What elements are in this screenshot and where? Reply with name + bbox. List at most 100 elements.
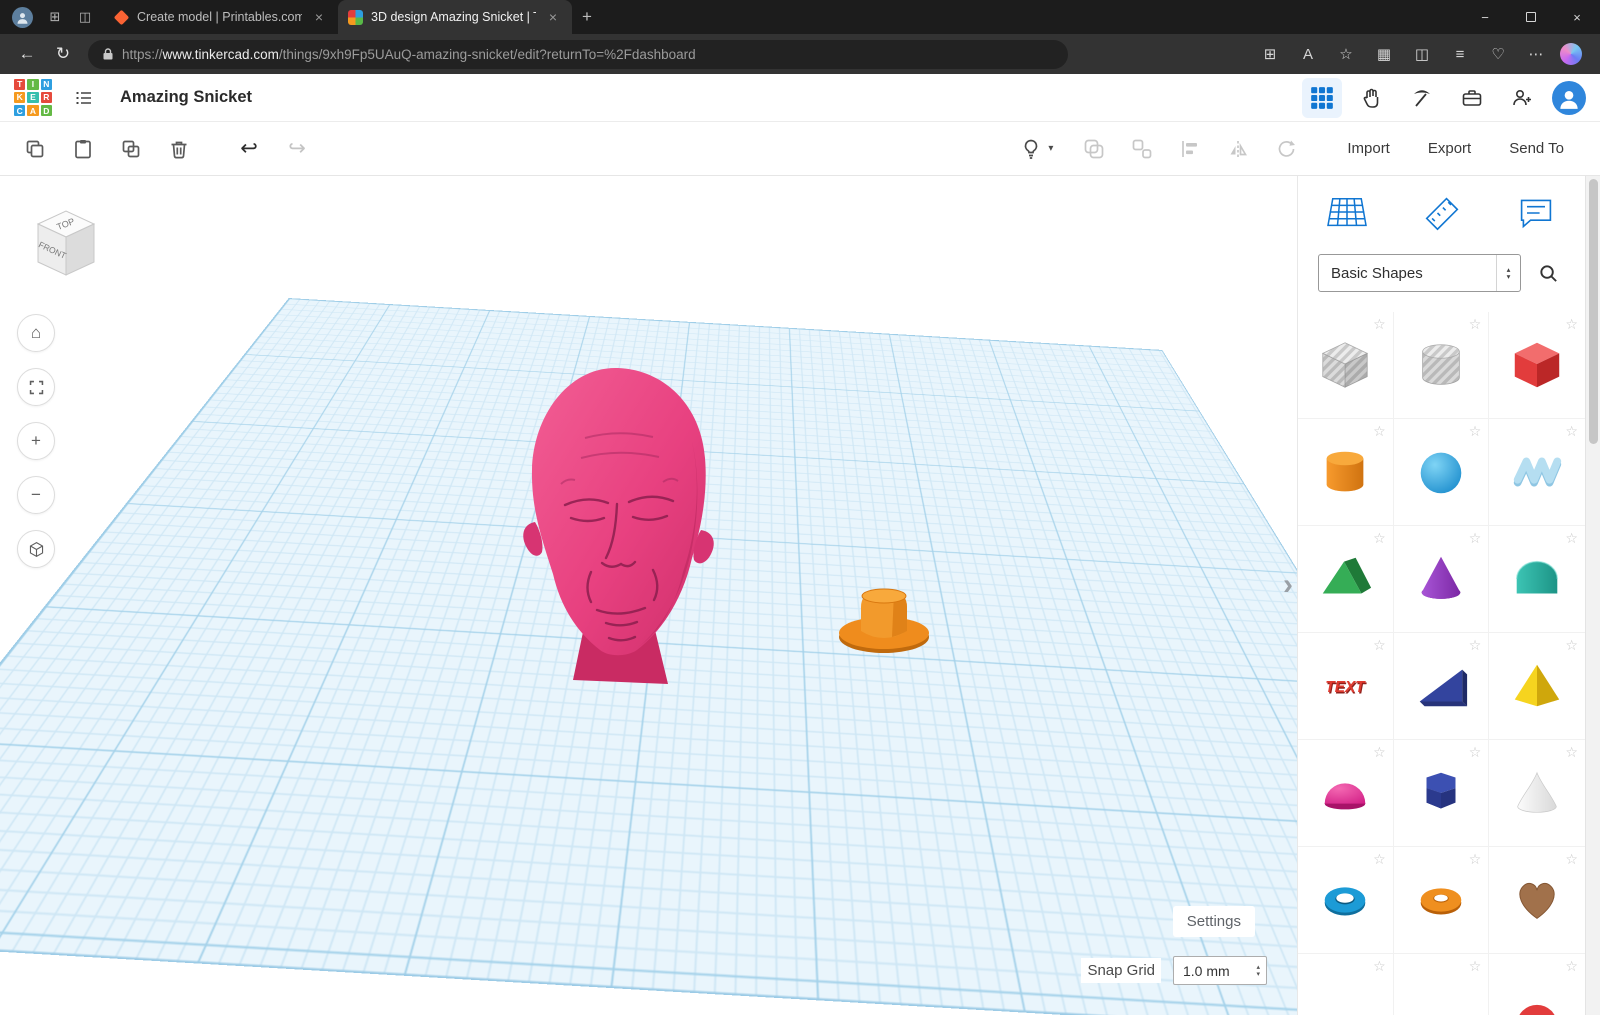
split-screen-icon[interactable]: ⊞: [1252, 38, 1288, 70]
notes-button[interactable]: [1513, 192, 1559, 234]
favorite-star-icon[interactable]: ☆: [1565, 958, 1578, 975]
copilot-icon[interactable]: [1560, 43, 1582, 65]
tab-printables[interactable]: Create model | Printables.com ×: [104, 0, 338, 34]
snap-grid-select[interactable]: 1.0 mm ▴▾: [1173, 956, 1267, 985]
new-tab-button[interactable]: +: [572, 2, 602, 32]
shape-tile-half-sphere[interactable]: ☆: [1298, 740, 1394, 847]
model-head[interactable]: [505, 362, 730, 694]
home-view-button[interactable]: ⌂: [17, 314, 55, 352]
favorite-star-icon[interactable]: ☆: [1373, 316, 1386, 333]
shape-tile-scribble[interactable]: ☆: [1489, 419, 1585, 526]
category-spinner-icon[interactable]: ▴▾: [1496, 255, 1520, 291]
mirror-button[interactable]: [1217, 129, 1259, 169]
shape-tile-cone[interactable]: ☆: [1394, 526, 1490, 633]
favorite-star-icon[interactable]: ☆: [1565, 851, 1578, 868]
fit-view-button[interactable]: [17, 368, 55, 406]
scrollbar-thumb[interactable]: [1589, 179, 1598, 444]
design-title[interactable]: Amazing Snicket: [120, 88, 252, 107]
redo-button[interactable]: ↪: [276, 129, 318, 169]
workspaces-icon[interactable]: ⊞: [40, 0, 70, 34]
favorite-star-icon[interactable]: ☆: [1469, 316, 1482, 333]
favorite-star-icon[interactable]: ☆: [1565, 637, 1578, 654]
shape-tile-wedge[interactable]: ☆: [1394, 633, 1490, 740]
maximize-button[interactable]: [1508, 0, 1554, 34]
shape-tile-text[interactable]: ☆TEXTTEXT: [1298, 633, 1394, 740]
favorite-star-icon[interactable]: ☆: [1469, 744, 1482, 761]
export-button[interactable]: Export: [1414, 132, 1485, 165]
shape-tile-paraboloid[interactable]: ☆: [1489, 740, 1585, 847]
shape-tile-round-roof[interactable]: ☆: [1489, 526, 1585, 633]
workplane-helper-button[interactable]: [1324, 192, 1370, 234]
shape-tile-torus[interactable]: ☆: [1394, 847, 1490, 954]
viewport-3d[interactable]: TOP FRONT ⌂ + − › Settings Snap Grid 1.0…: [0, 176, 1297, 1015]
favorite-star-icon[interactable]: ☆: [1469, 637, 1482, 654]
favorite-star-icon[interactable]: ☆: [1565, 530, 1578, 547]
favorites-bar-icon[interactable]: ≡: [1442, 38, 1478, 70]
url-field[interactable]: https://www.tinkercad.com/things/9xh9Fp5…: [88, 40, 1068, 69]
classes-button[interactable]: [1452, 78, 1492, 118]
shape-tile-box[interactable]: ☆: [1489, 312, 1585, 419]
refresh-button[interactable]: ↻: [46, 38, 80, 70]
favorite-star-icon[interactable]: ☆: [1469, 530, 1482, 547]
workplane-tool-button[interactable]: [1265, 129, 1307, 169]
favorite-star-icon[interactable]: ☆: [1373, 958, 1386, 975]
shape-tile-sphere[interactable]: ☆: [1394, 419, 1490, 526]
account-avatar[interactable]: [1552, 81, 1586, 115]
shape-tile-roof[interactable]: ☆: [1298, 526, 1394, 633]
import-button[interactable]: Import: [1333, 132, 1404, 165]
page-scrollbar[interactable]: [1585, 176, 1600, 1015]
shape-tile-cylinder-hole[interactable]: ☆: [1394, 312, 1490, 419]
tab-tinkercad-active[interactable]: 3D design Amazing Snicket | Tinkercad ×: [338, 0, 572, 34]
close-tab-icon[interactable]: ×: [310, 8, 328, 26]
search-shapes-button[interactable]: [1529, 254, 1567, 292]
snap-grid-spinner[interactable]: ▴▾: [1256, 964, 1266, 978]
group-button[interactable]: [1073, 129, 1115, 169]
minimize-button[interactable]: −: [1462, 0, 1508, 34]
design-properties-icon[interactable]: [64, 78, 104, 118]
tinkercad-logo[interactable]: TIN KER CAD: [14, 79, 52, 117]
shape-tile-heart[interactable]: ☆: [1489, 847, 1585, 954]
shape-tile-partial-3[interactable]: ☆: [1489, 954, 1585, 1015]
shape-tile-polygon[interactable]: ☆: [1394, 740, 1490, 847]
favorite-star-icon[interactable]: ☆: [1565, 316, 1578, 333]
view-cube[interactable]: TOP FRONT: [28, 200, 104, 282]
read-aloud-icon[interactable]: A: [1290, 38, 1326, 70]
ungroup-button[interactable]: [1121, 129, 1163, 169]
favorite-star-icon[interactable]: ☆: [1469, 958, 1482, 975]
share-invite-button[interactable]: [1502, 78, 1542, 118]
back-button[interactable]: ←: [10, 38, 44, 70]
browser-profile-avatar[interactable]: [12, 7, 33, 28]
shape-tile-partial-2[interactable]: ☆: [1394, 954, 1490, 1015]
close-window-button[interactable]: ×: [1554, 0, 1600, 34]
paste-button[interactable]: [62, 129, 104, 169]
favorite-star-icon[interactable]: ☆: [1373, 744, 1386, 761]
zoom-in-button[interactable]: +: [17, 422, 55, 460]
model-hat[interactable]: [836, 574, 932, 660]
favorite-star-icon[interactable]: ☆: [1469, 851, 1482, 868]
hide-selected-button[interactable]: [1010, 129, 1052, 169]
lightbulb-caret-icon[interactable]: ▾: [1048, 143, 1053, 154]
shape-tile-tube[interactable]: ☆: [1298, 847, 1394, 954]
favorite-star-icon[interactable]: ☆: [1565, 744, 1578, 761]
favorite-star-icon[interactable]: ☆: [1565, 423, 1578, 440]
zoom-out-button[interactable]: −: [17, 476, 55, 514]
shape-tile-cylinder[interactable]: ☆: [1298, 419, 1394, 526]
favorite-star-icon[interactable]: ☆: [1373, 851, 1386, 868]
delete-button[interactable]: [158, 129, 200, 169]
send-to-button[interactable]: Send To: [1495, 132, 1578, 165]
settings-button[interactable]: Settings: [1173, 906, 1255, 937]
tinker-hand-button[interactable]: [1352, 78, 1392, 118]
shape-category-select[interactable]: Basic Shapes ▴▾: [1318, 254, 1521, 292]
add-favorite-icon[interactable]: ☆: [1328, 38, 1364, 70]
close-tab-icon[interactable]: ×: [544, 8, 562, 26]
favorite-star-icon[interactable]: ☆: [1373, 637, 1386, 654]
duplicate-button[interactable]: [110, 129, 152, 169]
extensions-icon[interactable]: ▦: [1366, 38, 1402, 70]
copy-button[interactable]: [14, 129, 56, 169]
favorite-star-icon[interactable]: ☆: [1373, 530, 1386, 547]
shape-tile-pyramid[interactable]: ☆: [1489, 633, 1585, 740]
minecraft-export-button[interactable]: [1402, 78, 1442, 118]
shapes-panel-button[interactable]: [1302, 78, 1342, 118]
browser-essentials-icon[interactable]: ♡: [1480, 38, 1516, 70]
undo-button[interactable]: ↩: [228, 129, 270, 169]
